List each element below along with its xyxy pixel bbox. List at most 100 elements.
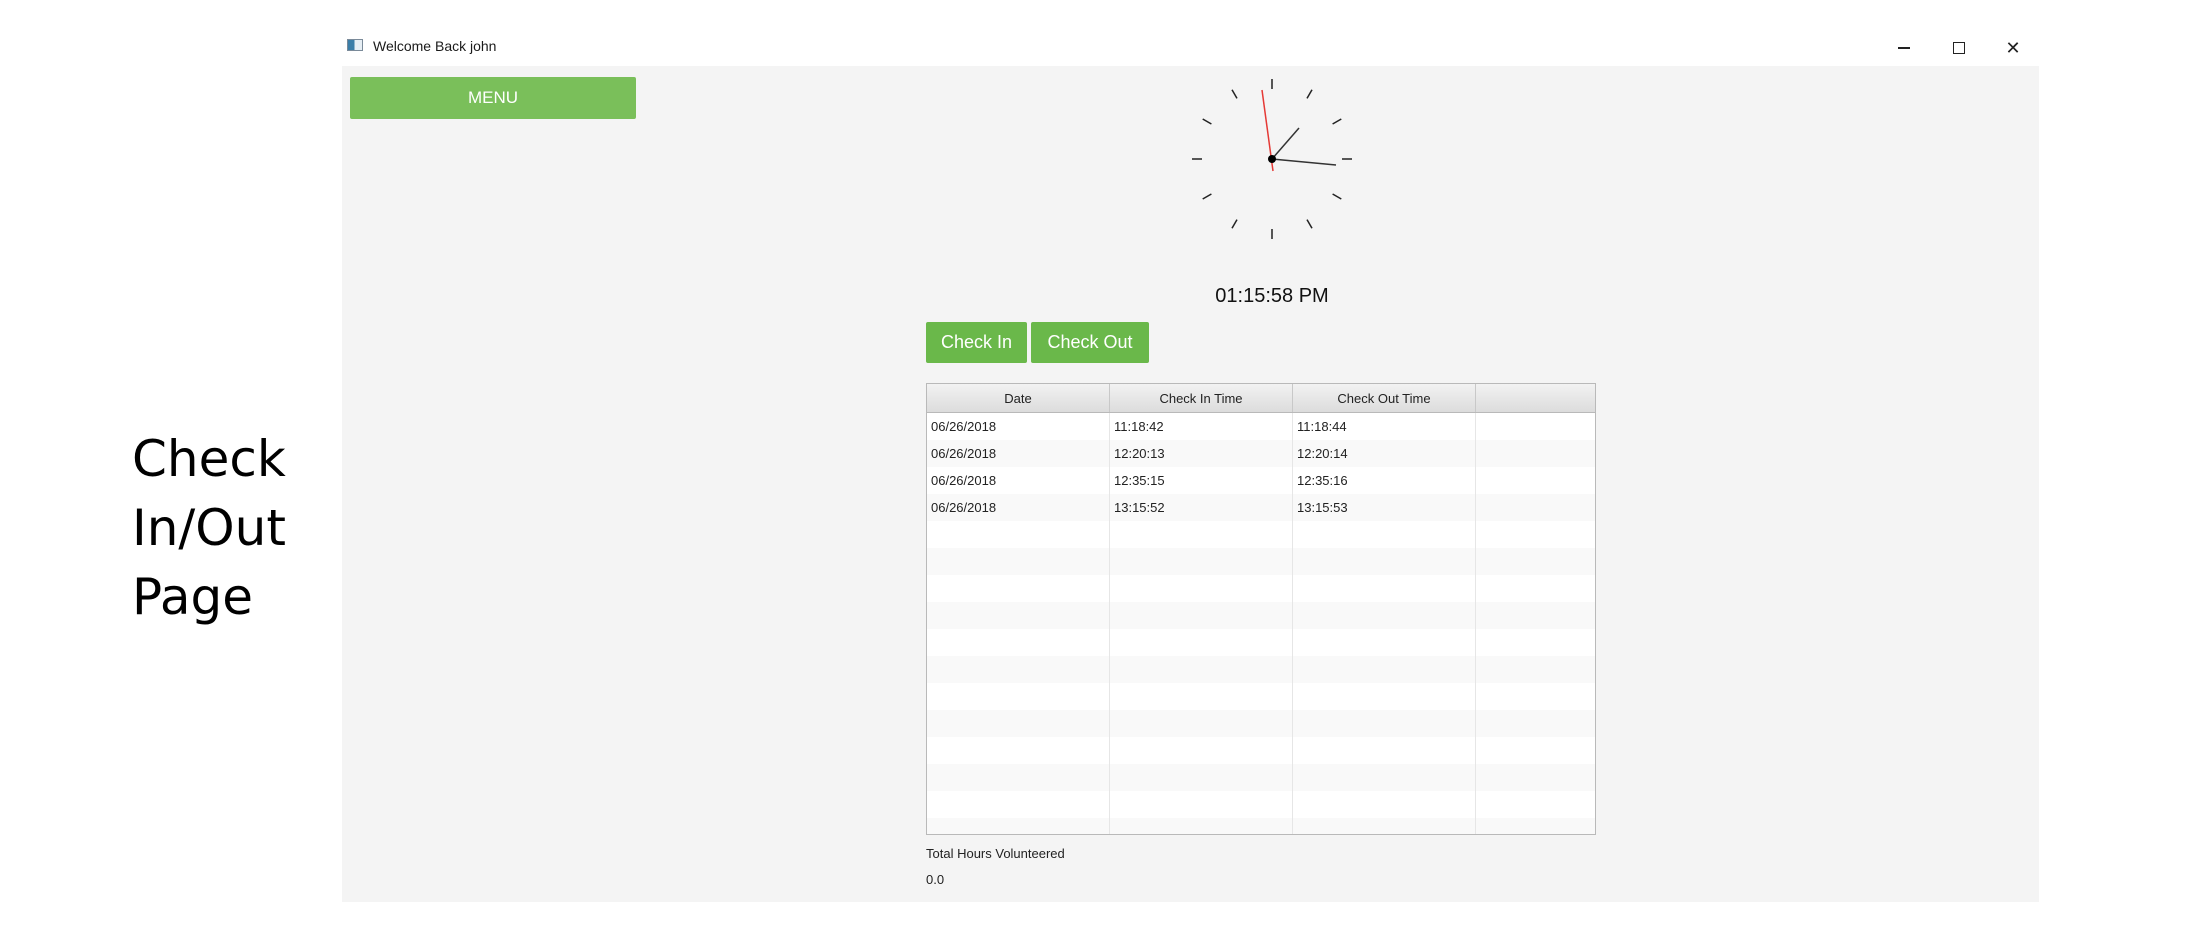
column-header-check-out[interactable]: Check Out Time [1293, 384, 1476, 412]
table-row[interactable] [927, 548, 1595, 575]
column-header-date[interactable]: Date [927, 384, 1110, 412]
table-cell [927, 548, 1110, 575]
total-hours-label: Total Hours Volunteered [926, 846, 1065, 861]
table-cell [927, 683, 1110, 710]
table-cell [927, 575, 1110, 602]
check-out-button[interactable]: Check Out [1031, 322, 1149, 363]
clock-center [1268, 155, 1276, 163]
table-cell [1476, 710, 1595, 737]
table-cell [1110, 575, 1293, 602]
table-cell: 11:18:42 [1110, 413, 1293, 440]
table-cell [1293, 602, 1476, 629]
table-row[interactable] [927, 629, 1595, 656]
app-window: Welcome Back john ✕ MENU 01:15:58 PM Che… [342, 30, 2039, 902]
table-row[interactable] [927, 737, 1595, 764]
table-cell [1476, 656, 1595, 683]
table-cell: 12:20:13 [1110, 440, 1293, 467]
table-row[interactable]: 06/26/2018 11:18:42 11:18:44 [927, 413, 1595, 440]
clock-tick [1306, 89, 1313, 99]
check-in-button[interactable]: Check In [926, 322, 1027, 363]
hour-hand [1271, 127, 1300, 160]
table-cell: 12:20:14 [1293, 440, 1476, 467]
close-button[interactable]: ✕ [1986, 30, 2040, 66]
table-cell: 12:35:15 [1110, 467, 1293, 494]
table-row[interactable] [927, 683, 1595, 710]
table-cell [1110, 818, 1293, 834]
menu-button[interactable]: MENU [350, 77, 636, 119]
slide-caption-line: In/Out [132, 499, 286, 557]
table-cell [1110, 602, 1293, 629]
maximize-icon [1953, 42, 1965, 54]
table-cell [1293, 710, 1476, 737]
table-cell [1476, 764, 1595, 791]
table-cell [1476, 629, 1595, 656]
clock-tick [1202, 193, 1212, 200]
table-cell [1476, 818, 1595, 834]
table-cell [1110, 791, 1293, 818]
table-row[interactable] [927, 521, 1595, 548]
analog-clock [1192, 79, 1352, 239]
table-cell [1476, 791, 1595, 818]
table-row[interactable] [927, 602, 1595, 629]
clock-tick [1332, 118, 1342, 125]
total-hours-value: 0.0 [926, 872, 945, 887]
table-cell: 13:15:53 [1293, 494, 1476, 521]
table-cell [927, 629, 1110, 656]
maximize-button[interactable] [1932, 30, 1986, 66]
table-cell: 06/26/2018 [927, 413, 1110, 440]
table-cell [1476, 683, 1595, 710]
table-row[interactable] [927, 791, 1595, 818]
column-header-check-in[interactable]: Check In Time [1110, 384, 1293, 412]
clock-tick [1231, 89, 1238, 99]
clock-tick [1306, 219, 1313, 229]
table-cell [1476, 521, 1595, 548]
table-cell [927, 818, 1110, 834]
table-cell [1476, 737, 1595, 764]
table-cell [1110, 683, 1293, 710]
table-cell [927, 737, 1110, 764]
attendance-table[interactable]: Date Check In Time Check Out Time 06/26/… [926, 383, 1596, 835]
table-cell [1293, 575, 1476, 602]
minimize-button[interactable] [1877, 30, 1931, 66]
table-row[interactable] [927, 710, 1595, 737]
title-bar: Welcome Back john ✕ [342, 30, 2039, 66]
table-cell [1293, 521, 1476, 548]
slide-caption: Check In/Out Page [132, 425, 286, 632]
table-cell [1293, 818, 1476, 834]
clock-tick [1332, 193, 1342, 200]
table-cell [1476, 575, 1595, 602]
table-cell [1293, 656, 1476, 683]
close-icon: ✕ [2005, 37, 2021, 58]
table-cell: 06/26/2018 [927, 494, 1110, 521]
table-cell [1293, 629, 1476, 656]
table-cell [927, 791, 1110, 818]
table-row[interactable]: 06/26/2018 12:35:15 12:35:16 [927, 467, 1595, 494]
table-cell [1293, 683, 1476, 710]
table-cell [1476, 602, 1595, 629]
table-cell [1110, 656, 1293, 683]
table-row[interactable] [927, 575, 1595, 602]
digital-time: 01:15:58 PM [1215, 285, 1329, 307]
table-cell [1110, 521, 1293, 548]
table-row[interactable] [927, 764, 1595, 791]
slide-caption-line: Check [132, 430, 286, 488]
table-row[interactable]: 06/26/2018 12:20:13 12:20:14 [927, 440, 1595, 467]
table-cell [1476, 413, 1595, 440]
table-cell [927, 710, 1110, 737]
table-cell [1110, 764, 1293, 791]
table-cell: 11:18:44 [1293, 413, 1476, 440]
minimize-icon [1898, 47, 1910, 49]
table-cell [1293, 791, 1476, 818]
table-row[interactable] [927, 818, 1595, 834]
table-cell [927, 602, 1110, 629]
column-header-extra[interactable] [1476, 384, 1595, 412]
table-row[interactable] [927, 656, 1595, 683]
table-row[interactable]: 06/26/2018 13:15:52 13:15:53 [927, 494, 1595, 521]
table-cell [1476, 467, 1595, 494]
table-cell [1110, 548, 1293, 575]
app-icon [347, 39, 363, 51]
table-cell [1476, 548, 1595, 575]
table-cell [927, 656, 1110, 683]
table-cell [1476, 494, 1595, 521]
clock-tick [1231, 219, 1238, 229]
